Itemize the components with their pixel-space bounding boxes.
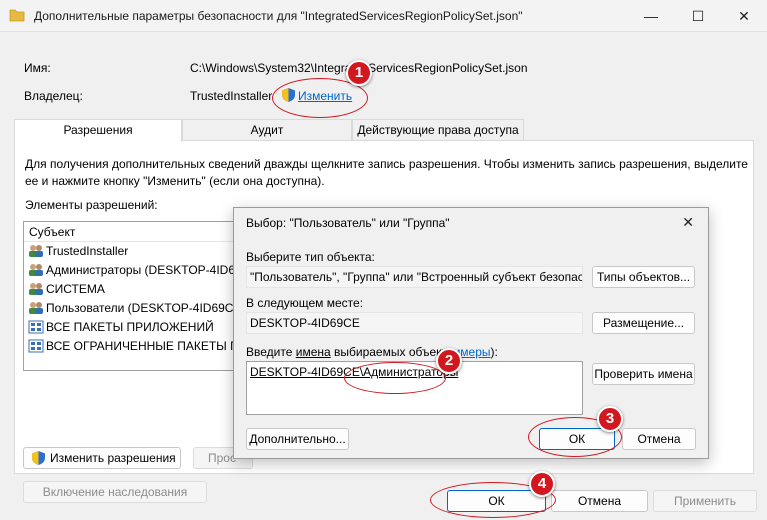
entries-label: Элементы разрешений: (25, 198, 158, 212)
app-package-icon (28, 339, 44, 353)
help-text-line1: Для получения дополнительных сведений дв… (25, 157, 748, 171)
change-permissions-button[interactable]: Изменить разрешения (23, 447, 181, 469)
list-item[interactable]: ВСЕ ОГРАНИЧЕННЫЕ ПАКЕТЫ ПРИ (24, 337, 252, 356)
user-group-icon (28, 282, 44, 296)
tab-effective-access[interactable]: Действующие права доступа (352, 119, 524, 141)
step-marker-2: 2 (436, 348, 462, 374)
minimize-icon[interactable]: — (628, 0, 674, 32)
check-names-button[interactable]: Проверить имена (592, 363, 695, 385)
apply-button[interactable]: Применить (653, 490, 757, 512)
select-user-group-dialog: Выбор: "Пользователь" или "Группа" ✕ Выб… (233, 207, 709, 459)
advanced-button[interactable]: Дополнительно... (246, 428, 349, 450)
help-text-line2: ее и нажмите кнопку "Изменить" (если она… (25, 174, 325, 188)
title-bar: Дополнительные параметры безопасности дл… (0, 0, 767, 32)
object-type-label: Выберите тип объекта: (246, 250, 375, 264)
highlight-ellipse (344, 362, 446, 394)
close-icon[interactable]: ✕ (682, 214, 694, 231)
permission-entries-list[interactable]: Субъект TrustedInstaller Администраторы … (23, 221, 253, 371)
list-item[interactable]: СИСТЕМА (24, 280, 252, 299)
list-item[interactable]: ВСЕ ПАКЕТЫ ПРИЛОЖЕНИЙ (24, 318, 252, 337)
user-group-icon (28, 301, 44, 315)
app-package-icon (28, 320, 44, 334)
list-item[interactable]: Пользователи (DESKTOP-4ID69CE\ (24, 299, 252, 318)
dialog-cancel-button[interactable]: Отмена (622, 428, 696, 450)
locations-button[interactable]: Размещение... (592, 312, 695, 334)
user-group-icon (28, 244, 44, 258)
owner-label: Владелец: (24, 89, 83, 103)
object-type-field: "Пользователь", "Группа" или "Встроенный… (246, 266, 583, 288)
tab-permissions[interactable]: Разрешения (14, 119, 182, 142)
dialog-title: Выбор: "Пользователь" или "Группа" (246, 216, 450, 230)
step-marker-3: 3 (597, 406, 623, 432)
enable-inheritance-button[interactable]: Включение наследования (23, 481, 207, 503)
window-title: Дополнительные параметры безопасности дл… (34, 9, 523, 23)
folder-icon (9, 8, 25, 25)
object-types-button[interactable]: Типы объектов... (592, 266, 695, 288)
location-label: В следующем месте: (246, 296, 364, 310)
location-field: DESKTOP-4ID69CE (246, 312, 583, 334)
step-marker-1: 1 (346, 60, 372, 86)
list-item[interactable]: Администраторы (DESKTOP-4ID69C (24, 261, 252, 280)
close-icon[interactable]: ✕ (721, 0, 767, 32)
tab-audit[interactable]: Аудит (182, 119, 352, 141)
column-header-subject[interactable]: Субъект (24, 222, 252, 242)
user-group-icon (28, 263, 44, 277)
name-label: Имя: (24, 61, 51, 75)
step-marker-4: 4 (529, 471, 555, 497)
maximize-icon[interactable]: ☐ (675, 0, 721, 32)
owner-value: TrustedInstaller (190, 89, 273, 103)
shield-icon (31, 450, 46, 472)
cancel-button[interactable]: Отмена (551, 490, 648, 512)
list-item[interactable]: TrustedInstaller (24, 242, 252, 261)
